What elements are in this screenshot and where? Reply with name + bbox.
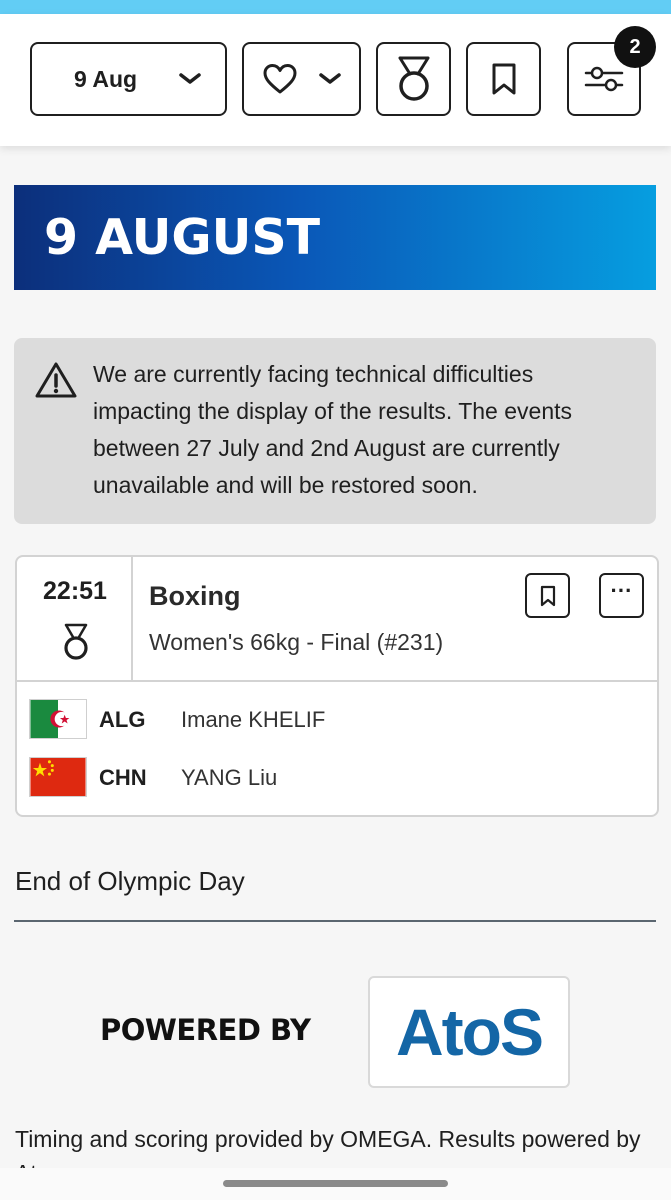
chevron-down-icon [319, 73, 341, 84]
filter-toolbar: 9 Aug [0, 14, 671, 146]
bookmarks-filter-button[interactable] [466, 42, 541, 116]
competitor-name: YANG Liu [181, 765, 278, 790]
favourites-selector-button[interactable] [242, 42, 361, 116]
event-card[interactable]: 22:51 Boxing Women's 66kg - Final (#231)… [15, 555, 659, 817]
algeria-flag-icon [29, 699, 87, 739]
day-banner: 9 AUGUST [14, 185, 656, 290]
atos-logo: AtoS [396, 995, 544, 1069]
home-indicator[interactable] [223, 1180, 448, 1187]
competitor-row: CHN YANG Liu [29, 757, 629, 797]
technical-difficulties-alert: We are currently facing technical diffic… [14, 338, 656, 524]
event-sport: Boxing [149, 581, 241, 611]
medal-icon [398, 56, 429, 101]
date-selector-label: 9 Aug [74, 65, 138, 92]
heart-icon [263, 64, 297, 94]
bookmark-icon [540, 585, 555, 606]
card-divider [17, 680, 657, 682]
warning-icon [35, 362, 77, 398]
atos-logo-box[interactable]: AtoS [368, 976, 570, 1088]
event-name: Women's 66kg - Final (#231) [149, 629, 444, 655]
competitor-noc: CHN [99, 765, 147, 790]
competitor-row: ALG Imane KHELIF [29, 699, 629, 739]
medal-icon [64, 623, 88, 660]
powered-by-label: POWERED BY [100, 1013, 311, 1047]
event-time: 22:51 [43, 577, 107, 605]
sliders-icon [584, 66, 624, 92]
date-selector-button[interactable]: 9 Aug [30, 42, 227, 116]
top-accent-bar [0, 0, 671, 14]
competitor-name: Imane KHELIF [181, 707, 326, 732]
footer-credits: Timing and scoring provided by OMEGA. Re… [15, 1126, 641, 1168]
medal-events-filter-button[interactable] [376, 42, 451, 116]
active-filters-badge: 2 [614, 26, 656, 68]
more-options-button[interactable]: ··· [599, 573, 644, 618]
chevron-down-icon [179, 73, 201, 84]
bookmark-event-button[interactable] [525, 573, 570, 618]
day-title: 9 AUGUST [44, 209, 321, 266]
bookmark-icon [492, 63, 515, 95]
more-options-label: ··· [610, 577, 633, 603]
event-time-column: 22:51 [17, 557, 133, 682]
china-flag-icon [29, 757, 87, 797]
competitor-noc: ALG [99, 707, 146, 732]
end-of-day-label: End of Olympic Day [15, 866, 245, 896]
alert-message: We are currently facing technical diffic… [93, 361, 573, 498]
section-divider [14, 920, 656, 922]
